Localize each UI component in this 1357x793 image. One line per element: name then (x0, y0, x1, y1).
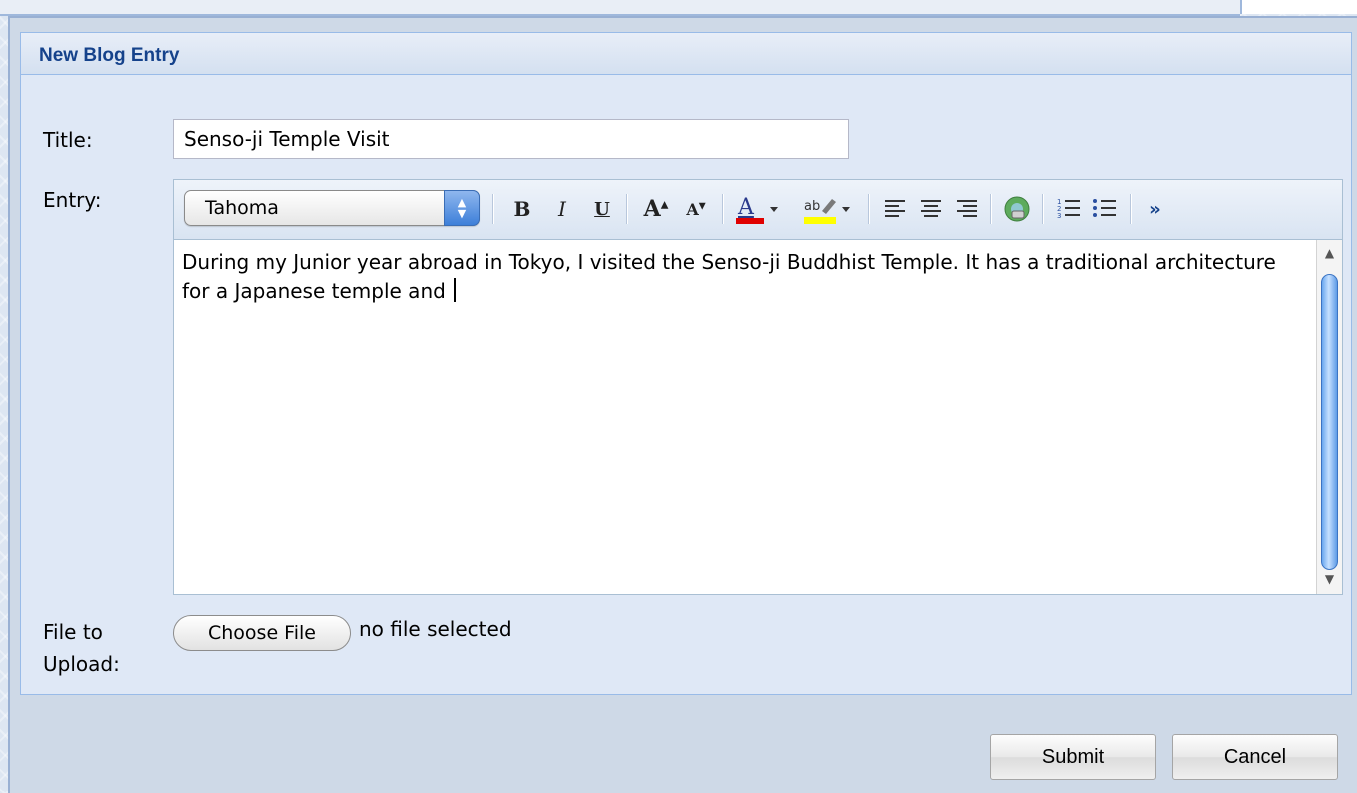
file-label-line1: File to (43, 620, 103, 644)
select-arrows-icon: ▲ ▼ (444, 190, 480, 226)
title-label: Title: (43, 128, 93, 152)
text-caret (454, 278, 456, 302)
svg-text:3: 3 (1057, 212, 1061, 220)
align-center-icon (921, 200, 941, 217)
ordered-list-button[interactable]: 1 2 3 (1054, 192, 1084, 226)
toolbar-separator (626, 194, 628, 224)
shrink-text-button[interactable]: A▼ (680, 192, 712, 226)
font-select-value: Tahoma (205, 197, 279, 219)
file-status-text: no file selected (359, 617, 512, 641)
align-right-button[interactable] (952, 192, 982, 226)
scroll-down-arrow-icon[interactable]: ▼ (1317, 570, 1342, 588)
align-center-button[interactable] (916, 192, 946, 226)
file-label-line2: Upload: (43, 652, 120, 676)
scroll-thumb[interactable] (1321, 274, 1338, 570)
entry-label: Entry: (43, 188, 102, 212)
editor-content[interactable]: During my Junior year abroad in Tokyo, I… (174, 240, 1316, 594)
more-button[interactable]: » (1140, 192, 1170, 226)
bold-icon: B (513, 197, 531, 221)
shrink-text-icon: A▼ (686, 199, 706, 219)
font-color-button[interactable]: A (732, 192, 784, 226)
toolbar-separator (990, 194, 992, 224)
svg-text:ab: ab (804, 199, 820, 214)
blog-entry-dialog: New Blog Entry Title: Senso-ji Temple Vi… (8, 16, 1357, 793)
panel-title: New Blog Entry (39, 45, 180, 66)
toolbar-separator (492, 194, 494, 224)
font-color-icon: A (736, 195, 778, 224)
underline-button[interactable]: U (588, 192, 616, 226)
font-select[interactable]: Tahoma ▲ ▼ (184, 190, 480, 226)
italic-icon: I (558, 197, 566, 221)
grow-text-button[interactable]: A▲ (638, 192, 674, 226)
insert-link-button[interactable] (1000, 192, 1034, 226)
scroll-up-arrow-icon[interactable]: ▲ (1317, 244, 1342, 262)
toolbar-separator (722, 194, 724, 224)
bold-button[interactable]: B (508, 192, 536, 226)
editor-toolbar: Tahoma ▲ ▼ B I U A▲ A▼ A ab 1 2 3 » (174, 180, 1342, 240)
title-input[interactable]: Senso-ji Temple Visit (173, 119, 849, 159)
background-corner (1240, 0, 1357, 14)
insert-link-icon (1004, 196, 1030, 222)
choose-file-button[interactable]: Choose File (173, 615, 351, 651)
background-strip (0, 0, 1240, 16)
highlight-color-button[interactable]: ab (800, 192, 858, 226)
editor-scrollbar[interactable]: ▲ ▼ (1316, 240, 1342, 594)
align-left-icon (885, 200, 905, 217)
toolbar-separator (868, 194, 870, 224)
svg-text:A: A (737, 195, 755, 220)
rich-text-editor: Tahoma ▲ ▼ B I U A▲ A▼ A ab 1 2 3 » Duri… (173, 179, 1343, 595)
toolbar-separator (1042, 194, 1044, 224)
highlight-color-icon: ab (804, 199, 850, 224)
toolbar-separator (1130, 194, 1132, 224)
italic-button[interactable]: I (548, 192, 576, 226)
underline-icon: U (594, 198, 610, 220)
submit-button[interactable]: Submit (990, 734, 1156, 780)
editor-text: During my Junior year abroad in Tokyo, I… (182, 250, 1276, 303)
align-right-icon (957, 200, 977, 217)
unordered-list-button[interactable] (1090, 192, 1120, 226)
cancel-button[interactable]: Cancel (1172, 734, 1338, 780)
grow-text-icon: A▲ (643, 196, 669, 222)
unordered-list-icon (1093, 199, 1116, 217)
new-blog-entry-panel: New Blog Entry Title: Senso-ji Temple Vi… (20, 32, 1352, 695)
panel-header: New Blog Entry (21, 33, 1351, 75)
ordered-list-icon: 1 2 3 (1057, 198, 1080, 220)
more-icon: » (1149, 198, 1161, 220)
align-left-button[interactable] (880, 192, 910, 226)
